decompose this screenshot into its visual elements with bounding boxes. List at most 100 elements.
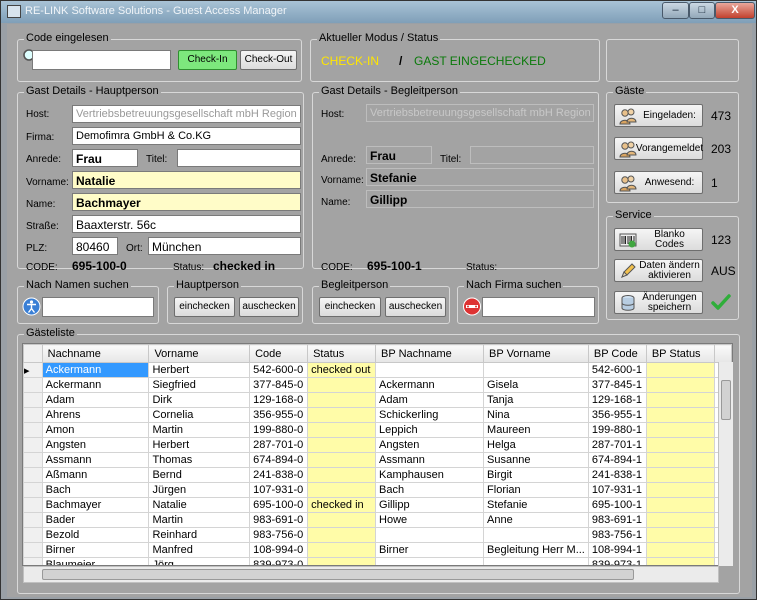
table-cell[interactable]: Assmann xyxy=(375,452,485,468)
table-cell[interactable]: 839-973-0 xyxy=(249,557,309,565)
table-cell[interactable]: 241-838-1 xyxy=(587,467,647,483)
table-cell[interactable]: 129-168-0 xyxy=(249,392,309,408)
table-cell[interactable]: Ahrens xyxy=(41,407,150,423)
table-cell[interactable]: Anne xyxy=(483,512,589,528)
search-name-input[interactable] xyxy=(42,297,154,317)
row-header[interactable] xyxy=(23,467,43,483)
table-cell[interactable]: Howe xyxy=(375,512,485,528)
table-cell[interactable] xyxy=(307,527,377,543)
table-cell[interactable]: Adam xyxy=(375,392,485,408)
table-cell[interactable]: Siegfried xyxy=(148,377,251,393)
guest-table[interactable]: Nachname Vorname Code Status BP Nachname BP V… xyxy=(22,343,733,566)
row-header[interactable] xyxy=(23,557,43,565)
table-cell[interactable] xyxy=(483,557,589,565)
table-cell[interactable]: 287-701-0 xyxy=(249,437,309,453)
table-cell[interactable]: 839-973-1 xyxy=(587,557,647,565)
plz-field[interactable]: 80460 xyxy=(72,237,118,255)
main-checkout-button[interactable]: auschecken xyxy=(239,297,299,317)
column-header[interactable]: BP Nachname xyxy=(375,344,485,363)
minimize-button[interactable]: – xyxy=(662,2,689,19)
table-cell[interactable]: Ackermann xyxy=(41,362,150,378)
companion-checkout-button[interactable]: auschecken xyxy=(385,297,446,317)
checkout-button[interactable]: Check-Out xyxy=(240,50,297,70)
table-cell[interactable] xyxy=(645,482,716,498)
table-cell[interactable]: Amon xyxy=(41,422,150,438)
horizontal-scrollbar[interactable] xyxy=(23,566,719,583)
table-cell[interactable] xyxy=(645,542,716,558)
table-cell[interactable]: Gisela xyxy=(483,377,589,393)
table-cell[interactable] xyxy=(483,527,589,543)
table-cell[interactable]: Bader xyxy=(41,512,150,528)
table-cell[interactable]: Ackermann xyxy=(41,377,150,393)
column-header[interactable]: Status xyxy=(307,344,377,363)
maximize-button[interactable]: □ xyxy=(689,2,715,19)
table-cell[interactable]: Blaumeier xyxy=(41,557,150,565)
table-cell[interactable]: Jürgen xyxy=(148,482,251,498)
table-cell[interactable] xyxy=(645,422,716,438)
table-cell[interactable] xyxy=(307,407,377,423)
table-cell[interactable]: 107-931-1 xyxy=(587,482,647,498)
table-cell[interactable] xyxy=(307,542,377,558)
table-cell[interactable]: Kamphausen xyxy=(375,467,485,483)
main-checkin-button[interactable]: einchecken xyxy=(174,297,235,317)
table-cell[interactable]: Assmann xyxy=(41,452,150,468)
enable-edit-button[interactable]: Daten ändern aktivieren xyxy=(614,259,703,282)
table-cell[interactable]: Helga xyxy=(483,437,589,453)
row-header[interactable] xyxy=(23,512,43,528)
table-cell[interactable]: Natalie xyxy=(148,497,251,513)
table-cell[interactable] xyxy=(645,377,716,393)
table-cell[interactable]: Maureen xyxy=(483,422,589,438)
table-row[interactable]: Blaumeier Jörg 839-973-0 839-973-1 xyxy=(23,557,732,565)
h-scroll-thumb[interactable] xyxy=(42,569,634,580)
code-input[interactable] xyxy=(32,50,171,70)
table-cell[interactable]: Jörg xyxy=(148,557,251,565)
firma-field[interactable]: Demofimra GmbH & Co.KG xyxy=(72,127,301,145)
blank-codes-button[interactable]: Blanko Codes xyxy=(614,228,703,251)
table-cell[interactable]: Adam xyxy=(41,392,150,408)
table-cell[interactable]: Ackermann xyxy=(375,377,485,393)
table-cell[interactable]: 695-100-1 xyxy=(587,497,647,513)
table-cell[interactable] xyxy=(645,497,716,513)
column-header[interactable]: BP Vorname xyxy=(483,344,589,363)
table-cell[interactable]: Martin xyxy=(148,422,251,438)
table-cell[interactable]: 377-845-1 xyxy=(587,377,647,393)
table-row[interactable]: Birner Manfred 108-994-0 Birner Begleitung H… xyxy=(23,542,732,558)
table-cell[interactable]: 129-168-1 xyxy=(587,392,647,408)
table-cell[interactable]: 983-691-1 xyxy=(587,512,647,528)
table-row[interactable]: AdamDirk129-168-0AdamTanja129-168-1L xyxy=(23,392,732,408)
table-cell[interactable] xyxy=(645,557,716,565)
table-cell[interactable]: 199-880-0 xyxy=(249,422,309,438)
table-cell[interactable]: Manfred xyxy=(148,542,251,558)
table-cell[interactable]: Nina xyxy=(483,407,589,423)
table-cell[interactable] xyxy=(307,437,377,453)
table-cell[interactable]: Reinhard xyxy=(148,527,251,543)
row-header[interactable] xyxy=(23,437,43,453)
table-row[interactable]: Bachmayer Natalie 695-100-0 checked in Gilli… xyxy=(23,497,732,513)
anrede-field[interactable]: Frau xyxy=(72,149,138,167)
table-cell[interactable] xyxy=(645,527,716,543)
table-cell[interactable]: Florian xyxy=(483,482,589,498)
strasse-field[interactable]: Baaxterstr. 56c xyxy=(72,215,301,233)
table-cell[interactable]: 241-838-0 xyxy=(249,467,309,483)
vorname-field[interactable]: Natalie xyxy=(72,171,301,189)
table-cell[interactable]: 983-691-0 xyxy=(249,512,309,528)
close-button[interactable]: X xyxy=(715,2,755,19)
table-cell[interactable] xyxy=(307,422,377,438)
table-cell[interactable]: 377-845-0 xyxy=(249,377,309,393)
table-row[interactable]: ▸ Ackermann Herbert 542-600-0 checked out 542… xyxy=(23,362,732,378)
table-cell[interactable]: Gillipp xyxy=(375,497,485,513)
column-header[interactable]: BP Status xyxy=(645,344,716,363)
table-row[interactable]: Ahrens Cornelia 356-955-0 Schickerling Nina 3… xyxy=(23,407,732,423)
ort-field[interactable]: München xyxy=(148,237,301,255)
table-row[interactable]: BaderMartin983-691-0HoweAnne983-691-1A xyxy=(23,512,732,528)
table-cell[interactable]: checked in xyxy=(307,497,377,513)
row-header[interactable] xyxy=(23,527,43,543)
table-cell[interactable]: Dirk xyxy=(148,392,251,408)
table-cell[interactable]: Begleitung Herr M... xyxy=(483,542,589,558)
table-cell[interactable]: Susanne xyxy=(483,452,589,468)
companion-checkin-button[interactable]: einchecken xyxy=(319,297,381,317)
table-cell[interactable]: 983-756-0 xyxy=(249,527,309,543)
table-cell[interactable]: Tanja xyxy=(483,392,589,408)
table-cell[interactable]: 356-955-0 xyxy=(249,407,309,423)
table-cell[interactable] xyxy=(307,557,377,565)
